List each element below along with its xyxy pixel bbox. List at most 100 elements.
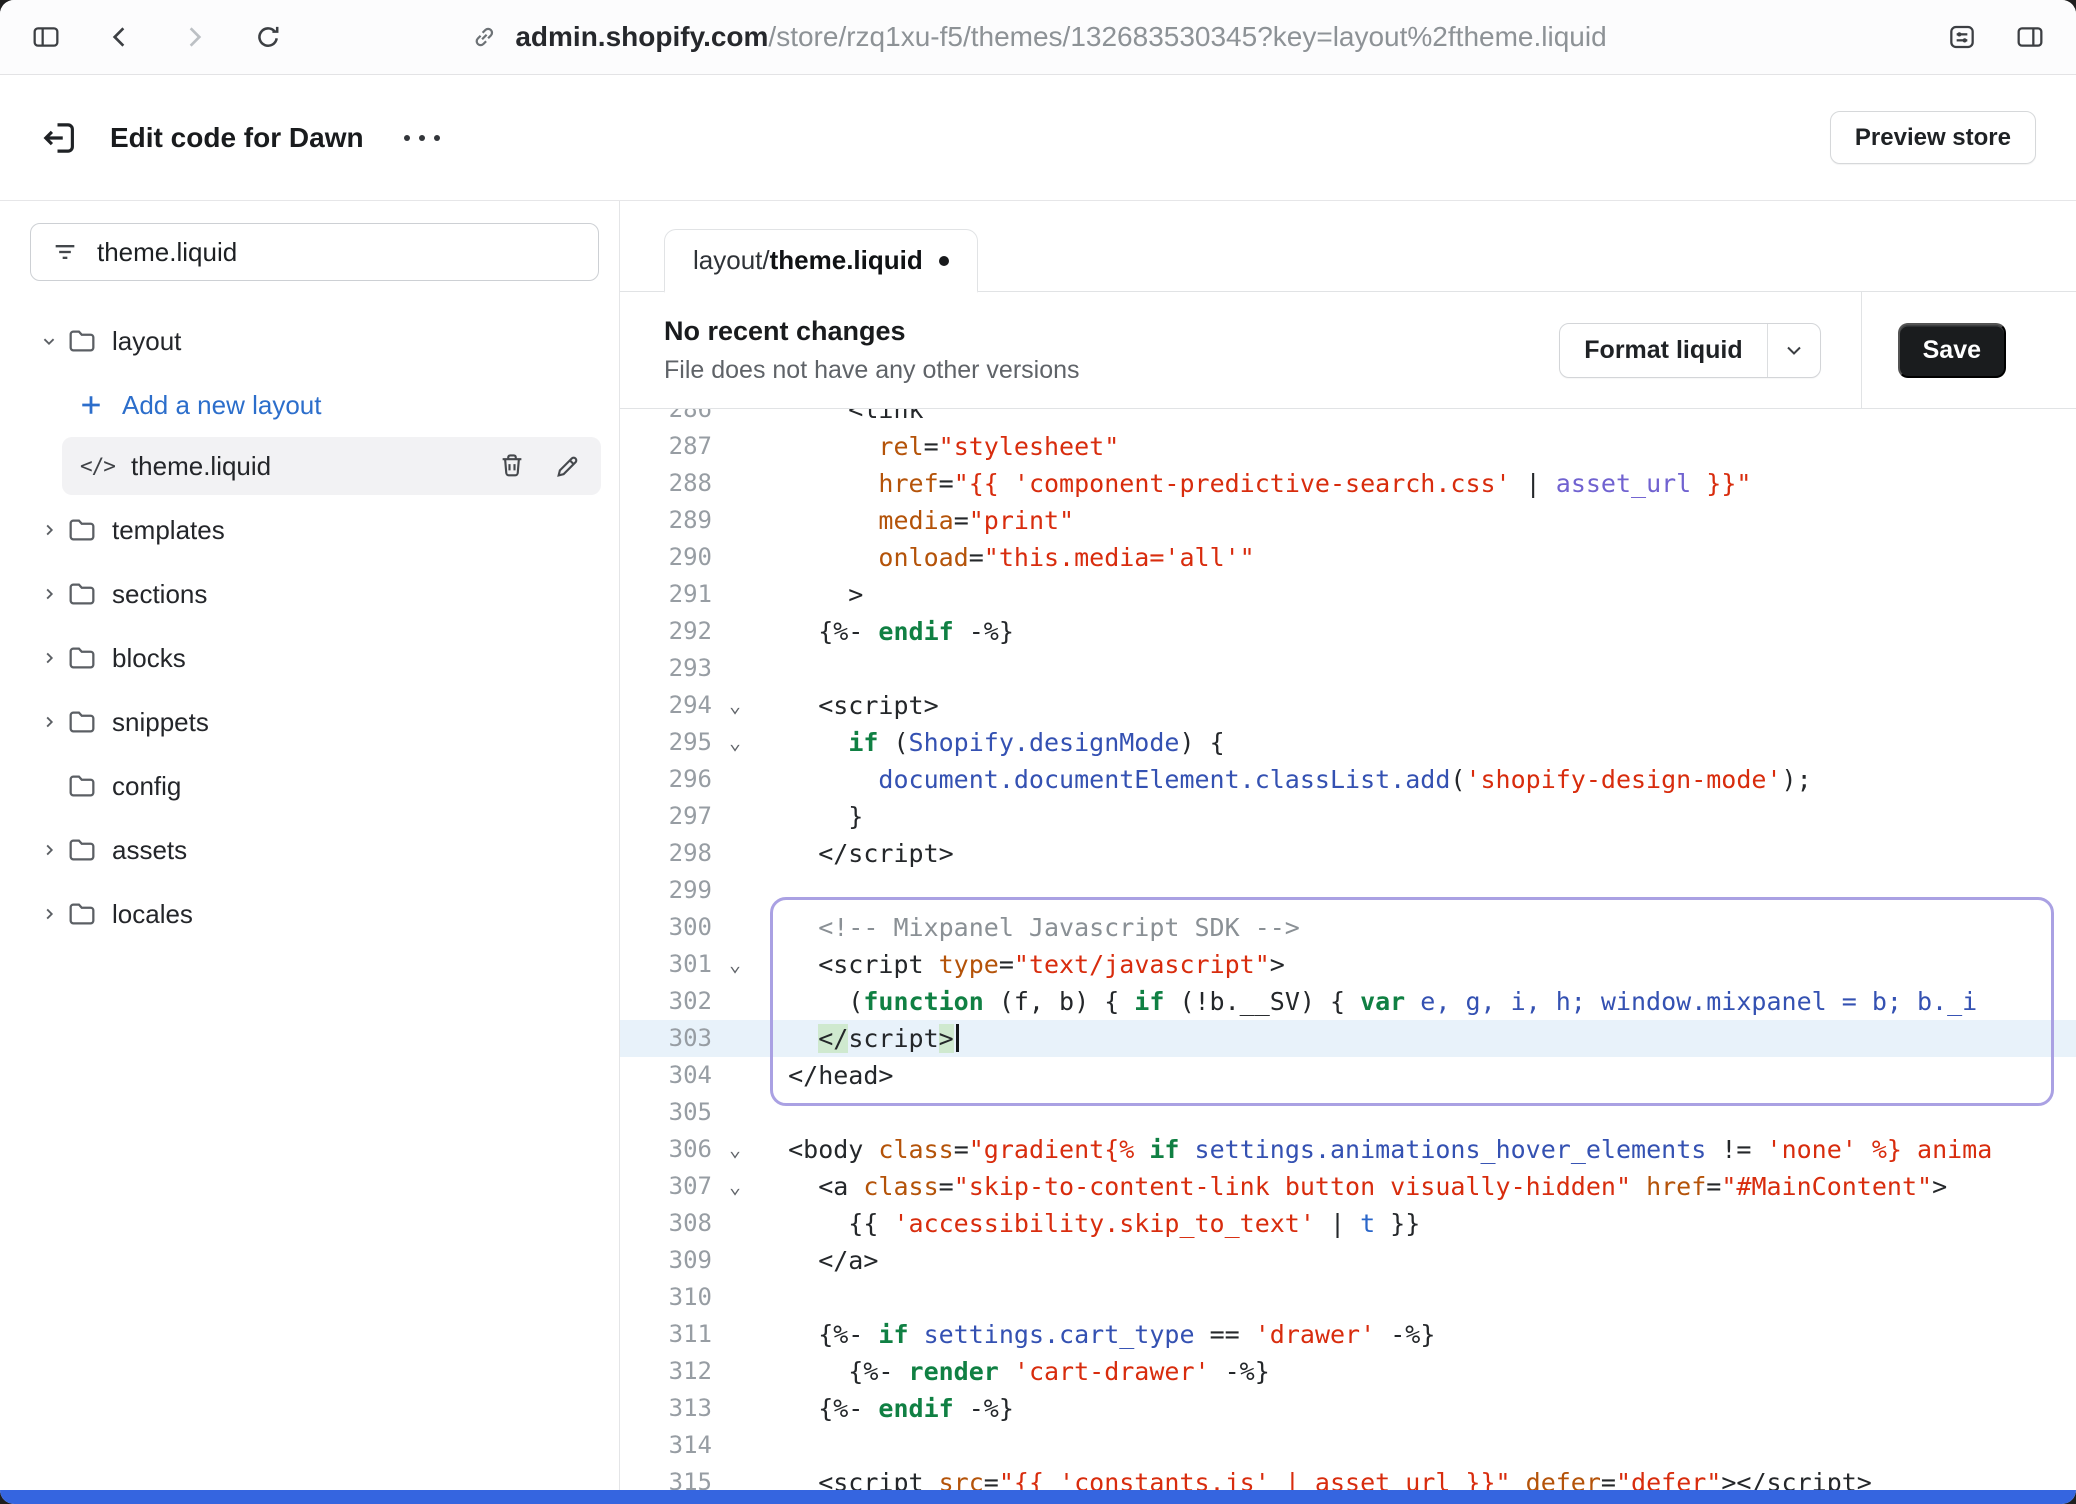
code-text[interactable]: <script type="text/javascript"> [758, 946, 2076, 983]
delete-file-icon[interactable] [497, 451, 527, 481]
code-text[interactable]: </a> [758, 1242, 2076, 1279]
tab-strip: layout/theme.liquid [620, 201, 2076, 291]
more-actions-button[interactable] [404, 135, 440, 141]
code-text[interactable]: </script> [758, 1020, 2076, 1057]
line-number: 290 [620, 539, 712, 576]
file-search-box[interactable] [30, 223, 599, 281]
code-line[interactable]: 310 [620, 1279, 2076, 1316]
code-line[interactable]: 301⌄ <script type="text/javascript"> [620, 946, 2076, 983]
code-text[interactable]: <body class="gradient{% if settings.anim… [758, 1131, 2076, 1168]
fold-toggle-icon[interactable]: ⌄ [712, 1131, 758, 1168]
tab-theme-liquid[interactable]: layout/theme.liquid [664, 229, 978, 293]
code-line[interactable]: 305 [620, 1094, 2076, 1131]
code-line[interactable]: 288 href="{{ 'component-predictive-searc… [620, 465, 2076, 502]
folder-label: layout [112, 326, 181, 357]
code-line[interactable]: 302 (function (f, b) { if (!b.__SV) { va… [620, 983, 2076, 1020]
url-field[interactable]: admin.shopify.com/store/rzq1xu-f5/themes… [469, 21, 1606, 53]
folder-config[interactable]: config [0, 754, 619, 818]
code-text[interactable]: {%- if settings.cart_type == 'drawer' -%… [758, 1316, 2076, 1353]
save-button[interactable]: Save [1898, 323, 2006, 378]
code-line[interactable]: 308 {{ 'accessibility.skip_to_text' | t … [620, 1205, 2076, 1242]
back-button-icon[interactable] [104, 21, 136, 53]
folder-sections[interactable]: sections [0, 562, 619, 626]
code-line[interactable]: 289 media="print" [620, 502, 2076, 539]
code-text[interactable]: onload="this.media='all'" [758, 539, 2076, 576]
fold-toggle-icon[interactable]: ⌄ [712, 1168, 758, 1205]
extensions-icon[interactable] [1946, 21, 1978, 53]
code-line[interactable]: 304 </head> [620, 1057, 2076, 1094]
add-new-layout[interactable]: Add a new layout [0, 373, 619, 437]
folder-blocks[interactable]: blocks [0, 626, 619, 690]
code-line[interactable]: 287 rel="stylesheet" [620, 428, 2076, 465]
code-text[interactable]: </head> [758, 1057, 2076, 1094]
rename-file-icon[interactable] [553, 451, 583, 481]
code-line[interactable]: 314 [620, 1427, 2076, 1464]
code-text[interactable]: </script> [758, 835, 2076, 872]
split-view-icon[interactable] [2014, 21, 2046, 53]
code-text[interactable]: {%- endif -%} [758, 613, 2076, 650]
code-line[interactable]: 296 document.documentElement.classList.a… [620, 761, 2076, 798]
code-text[interactable]: (function (f, b) { if (!b.__SV) { var e,… [758, 983, 2076, 1020]
fold-toggle-icon[interactable]: ⌄ [712, 724, 758, 761]
code-line[interactable]: 309 </a> [620, 1242, 2076, 1279]
code-text[interactable]: {%- render 'cart-drawer' -%} [758, 1353, 2076, 1390]
preview-store-button[interactable]: Preview store [1830, 111, 2036, 164]
code-text[interactable]: document.documentElement.classList.add('… [758, 761, 2076, 798]
code-text[interactable]: rel="stylesheet" [758, 428, 2076, 465]
code-line[interactable]: 311 {%- if settings.cart_type == 'drawer… [620, 1316, 2076, 1353]
code-text[interactable] [758, 1427, 2076, 1464]
fold-toggle-icon[interactable]: ⌄ [712, 687, 758, 724]
code-line[interactable]: 312 {%- render 'cart-drawer' -%} [620, 1353, 2076, 1390]
code-text[interactable]: media="print" [758, 502, 2076, 539]
reload-button-icon[interactable] [252, 21, 284, 53]
code-text[interactable]: <script> [758, 687, 2076, 724]
code-text[interactable]: <link [758, 409, 2076, 428]
code-text[interactable]: <a class="skip-to-content-link button vi… [758, 1168, 2076, 1205]
code-text[interactable]: {%- endif -%} [758, 1390, 2076, 1427]
code-line[interactable]: 300 <!-- Mixpanel Javascript SDK --> [620, 909, 2076, 946]
code-line[interactable]: 307⌄ <a class="skip-to-content-link butt… [620, 1168, 2076, 1205]
folder-snippets[interactable]: snippets [0, 690, 619, 754]
format-liquid-button[interactable]: Format liquid [1559, 323, 1820, 378]
code-line[interactable]: 303 </script> [620, 1020, 2076, 1057]
code-text[interactable] [758, 1279, 2076, 1316]
code-line[interactable]: 297 } [620, 798, 2076, 835]
code-text[interactable] [758, 872, 2076, 909]
code-line[interactable]: 299 [620, 872, 2076, 909]
fold-toggle-icon[interactable]: ⌄ [712, 946, 758, 983]
code-text[interactable]: <!-- Mixpanel Javascript SDK --> [758, 909, 2076, 946]
sidebar-toggle-icon[interactable] [30, 21, 62, 53]
code-line[interactable]: 306⌄ <body class="gradient{% if settings… [620, 1131, 2076, 1168]
folder-layout[interactable]: layout [0, 309, 619, 373]
code-text[interactable]: if (Shopify.designMode) { [758, 724, 2076, 761]
code-text[interactable]: > [758, 576, 2076, 613]
code-line[interactable]: 315 <script src="{{ 'constants.js' | ass… [620, 1464, 2076, 1490]
code-line[interactable]: 290 onload="this.media='all'" [620, 539, 2076, 576]
chevron-down-icon[interactable] [1767, 324, 1820, 377]
folder-icon [66, 834, 112, 866]
code-text[interactable]: } [758, 798, 2076, 835]
code-line[interactable]: 294⌄ <script> [620, 687, 2076, 724]
exit-editor-icon[interactable] [40, 117, 82, 159]
code-line[interactable]: 298 </script> [620, 835, 2076, 872]
forward-button-icon[interactable] [178, 21, 210, 53]
code-text[interactable]: href="{{ 'component-predictive-search.cs… [758, 465, 2076, 502]
code-text[interactable]: <script src="{{ 'constants.js' | asset_u… [758, 1464, 2076, 1490]
code-editor[interactable]: 286 <link287 rel="stylesheet"288 href="{… [620, 409, 2076, 1490]
code-line[interactable]: 286 <link [620, 409, 2076, 428]
code-line[interactable]: 291 > [620, 576, 2076, 613]
file-theme-liquid[interactable]: </>theme.liquid [62, 437, 601, 495]
code-text[interactable] [758, 1094, 2076, 1131]
code-text[interactable] [758, 650, 2076, 687]
code-line[interactable]: 313 {%- endif -%} [620, 1390, 2076, 1427]
code-line[interactable]: 292 {%- endif -%} [620, 613, 2076, 650]
chevron-right-icon [32, 583, 66, 605]
code-line[interactable]: 293 [620, 650, 2076, 687]
code-text[interactable]: {{ 'accessibility.skip_to_text' | t }} [758, 1205, 2076, 1242]
folder-templates[interactable]: templates [0, 498, 619, 562]
folder-assets[interactable]: assets [0, 818, 619, 882]
folder-locales[interactable]: locales [0, 882, 619, 946]
file-search-input[interactable] [95, 236, 578, 269]
line-number: 309 [620, 1242, 712, 1279]
code-line[interactable]: 295⌄ if (Shopify.designMode) { [620, 724, 2076, 761]
